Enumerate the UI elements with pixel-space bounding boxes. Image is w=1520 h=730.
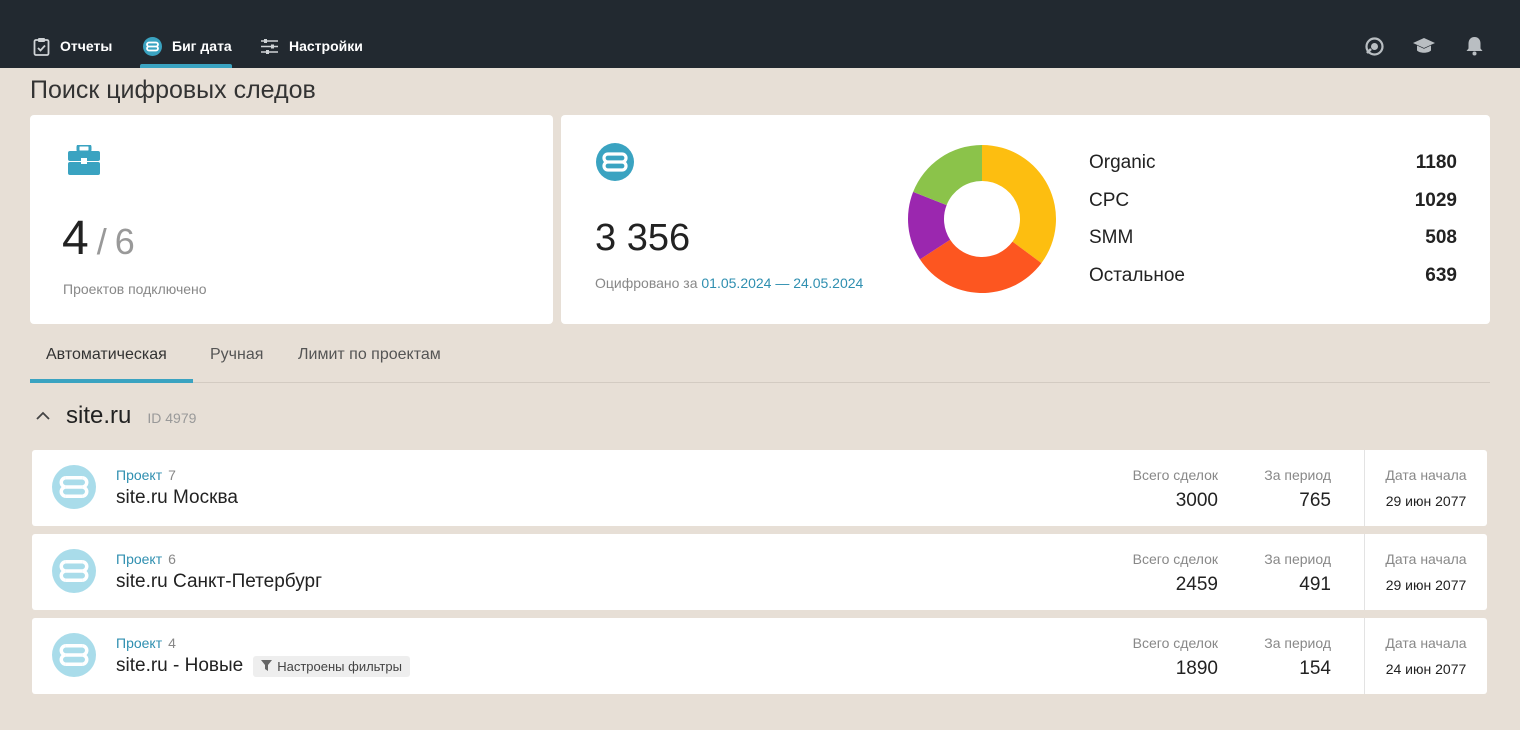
legend-label: SMM [1089,227,1134,248]
project-name: site.ru Москва [116,487,238,508]
nav-item-label: Биг дата [172,38,232,54]
projects-separator: / [96,221,107,262]
nav-item-bigdata[interactable]: Биг дата [143,28,232,68]
project-logo-icon [52,549,96,598]
filters-badge[interactable]: Настроены фильтры [253,655,410,677]
period-value: 765 [1299,490,1331,511]
nav-item-reports[interactable]: Отчеты [33,28,112,68]
total-deals-label: Всего сделок [1132,467,1218,483]
tab-automatic[interactable]: Автоматическая [46,346,167,364]
start-date-cell: Дата начала 29 июн 2077 [1364,534,1487,610]
nav-active-indicator [140,64,232,68]
nav-item-label: Настройки [289,38,363,54]
nav-item-settings[interactable]: Настройки [260,28,363,68]
legend-value: 508 [1425,227,1457,248]
start-date-cell: Дата начала 24 июн 2077 [1364,618,1487,694]
digitized-caption: Оцифровано за [595,275,698,291]
legend-row-other: Остальное 639 [1089,265,1457,287]
project-label[interactable]: Проект [116,551,162,567]
legend-value: 1180 [1415,152,1457,173]
digitized-total: 3 356 [595,217,691,259]
project-label[interactable]: Проект [116,635,162,651]
period-value: 491 [1299,574,1331,595]
project-row[interactable]: Проект 4 site.ru - Новые Настроены фильтр… [32,618,1487,694]
tab-manual[interactable]: Ручная [210,346,263,364]
project-logo-icon [52,633,96,682]
legend-value: 1029 [1414,190,1457,211]
bell-icon[interactable] [1466,36,1483,61]
filters-badge-label: Настроены фильтры [277,658,402,674]
legend-label: CPC [1089,190,1130,211]
project-logo-icon [52,465,96,514]
group-title: site.ru [66,402,132,429]
page-title: Поиск цифровых следов [30,76,316,104]
chevron-up-icon[interactable] [36,407,50,425]
legend-row-smm: SMM 508 [1089,227,1457,249]
start-date-cell: Дата начала 29 июн 2077 [1364,450,1487,526]
legend-label: Остальное [1089,265,1185,286]
projects-card: 4 / 6 Проектов подключено [30,115,553,324]
group-header[interactable]: site.ru ID 4979 [36,402,196,430]
start-date-value: 24 июн 2077 [1385,661,1467,677]
digitized-card: 3 356 Оцифровано за 01.05.2024 — 24.05.2… [561,115,1490,324]
start-date-label: Дата начала [1385,551,1467,567]
legend-label: Organic [1089,152,1156,173]
period-label: За период [1264,551,1331,567]
filter-icon [261,659,273,674]
projects-total-count: 6 [114,221,135,262]
period-value: 154 [1299,658,1331,679]
total-deals-value: 3000 [1175,490,1218,511]
bigdata-icon [596,143,634,186]
total-deals-label: Всего сделок [1132,551,1218,567]
project-name: site.ru - Новые [116,655,244,676]
legend-row-organic: Organic 1180 [1089,152,1457,174]
total-deals-value: 2459 [1175,574,1218,595]
clipboard-icon [33,37,50,56]
start-date-value: 29 июн 2077 [1385,493,1467,509]
project-number: 7 [168,467,176,483]
active-tab-indicator [30,379,193,383]
start-date-value: 29 июн 2077 [1385,577,1467,593]
project-number: 6 [168,551,176,567]
period-label: За период [1264,467,1331,483]
total-deals-label: Всего сделок [1132,635,1218,651]
top-nav: Отчеты Биг дата Настройки [0,0,1520,68]
tabs-divider [30,382,1490,383]
project-number: 4 [168,635,176,651]
project-label[interactable]: Проект [116,467,162,483]
nav-item-label: Отчеты [60,38,113,54]
graduation-cap-icon[interactable] [1412,36,1436,61]
start-date-label: Дата начала [1385,467,1467,483]
traffic-donut-chart [908,145,1056,293]
projects-caption: Проектов подключено [63,281,207,297]
project-row[interactable]: Проект 7 site.ru Москва Всего сделок 3000… [32,450,1487,526]
start-date-label: Дата начала [1385,635,1467,651]
sliders-icon [260,38,279,54]
projects-connected-count: 4 [62,212,89,265]
project-row[interactable]: Проект 6 site.ru Санкт-Петербург Всего сд… [32,534,1487,610]
legend-row-cpc: CPC 1029 [1089,190,1457,212]
project-name: site.ru Санкт-Петербург [116,571,323,592]
support-icon[interactable] [1364,36,1385,62]
bigdata-icon [143,36,162,56]
tab-project-limit[interactable]: Лимит по проектам [298,346,441,364]
briefcase-icon [68,143,100,180]
donut-slice-organic [982,145,1056,264]
group-id: ID 4979 [147,410,197,426]
date-range-link[interactable]: 01.05.2024 — 24.05.2024 [701,275,863,291]
period-label: За период [1264,635,1331,651]
legend-value: 639 [1425,265,1457,286]
total-deals-value: 1890 [1175,658,1218,679]
